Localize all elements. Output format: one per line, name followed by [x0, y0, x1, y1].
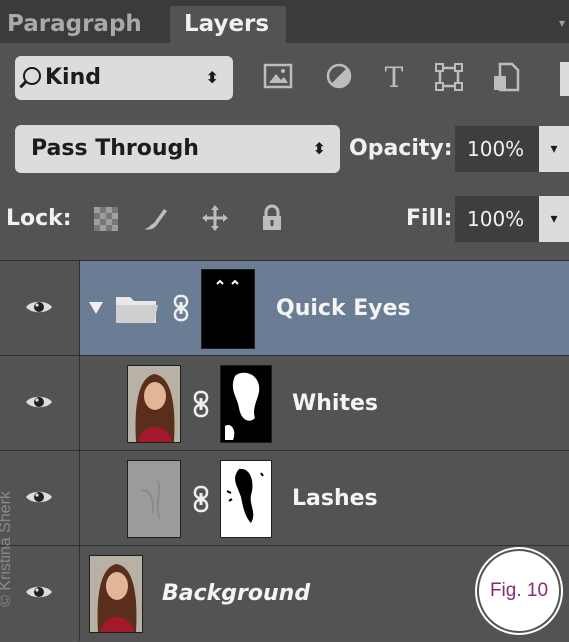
eye-icon — [26, 301, 52, 313]
shape-filter-icon[interactable] — [433, 62, 465, 94]
layer-thumbnail[interactable] — [127, 365, 181, 443]
expand-triangle-icon[interactable] — [88, 301, 104, 315]
visibility-toggle[interactable] — [0, 261, 80, 355]
layer-row-lashes[interactable]: Lashes — [0, 451, 569, 546]
adjustment-filter-icon[interactable] — [323, 62, 355, 94]
figure-label: Fig. 10 — [489, 580, 549, 601]
eye-icon — [26, 586, 52, 598]
fill-dropdown-button[interactable]: ▾ — [539, 196, 569, 242]
opacity-label: Opacity: — [349, 136, 453, 161]
kind-filter-select[interactable]: Kind ⬍ — [15, 56, 233, 100]
kind-filter-label: Kind — [45, 65, 101, 90]
layer-name[interactable]: Quick Eyes — [276, 261, 411, 356]
panel-tab-bar: Paragraph Layers ▾ — [0, 0, 569, 43]
link-chain-icon[interactable] — [192, 390, 210, 418]
fill-field[interactable]: 100% — [455, 196, 539, 242]
layer-name[interactable]: Background — [162, 546, 310, 641]
opacity-dropdown-button[interactable]: ▾ — [539, 126, 569, 172]
figure-badge: Fig. 10 — [477, 549, 561, 633]
layer-thumbnail[interactable] — [89, 555, 143, 633]
lock-image-pixels-icon[interactable] — [140, 203, 170, 235]
select-arrows-icon: ⬍ — [205, 68, 219, 87]
filter-toggle-switch[interactable] — [560, 62, 569, 96]
layer-mask-thumbnail[interactable] — [220, 460, 272, 538]
eye-icon — [26, 396, 52, 408]
lock-label: Lock: — [6, 206, 72, 231]
lock-all-icon[interactable] — [257, 203, 287, 235]
visibility-toggle[interactable] — [0, 356, 80, 450]
layer-row-quick-eyes[interactable]: Quick Eyes — [0, 261, 569, 356]
layer-name[interactable]: Whites — [292, 356, 378, 451]
layer-filter-row: Kind ⬍ T — [0, 56, 569, 102]
opacity-field[interactable]: 100% — [455, 126, 539, 172]
type-filter-icon[interactable]: T — [378, 62, 410, 94]
layer-row-whites[interactable]: Whites — [0, 356, 569, 451]
blend-mode-select[interactable]: Pass Through ⬍ — [15, 125, 340, 173]
select-arrows-icon: ⬍ — [312, 139, 326, 158]
tab-paragraph[interactable]: Paragraph — [7, 6, 163, 43]
layer-mask-thumbnail[interactable] — [201, 269, 255, 349]
fill-label: Fill: — [406, 206, 453, 231]
layer-mask-thumbnail[interactable] — [220, 365, 272, 443]
eye-icon — [26, 491, 52, 503]
link-chain-icon[interactable] — [172, 294, 190, 322]
search-icon — [23, 67, 41, 85]
folder-icon — [116, 297, 158, 323]
blend-row: Pass Through ⬍ Opacity: 100% ▾ — [0, 125, 569, 175]
lock-transparent-pixels-icon[interactable] — [94, 207, 118, 231]
menu-chevron-icon[interactable]: ▾ — [559, 16, 565, 30]
lock-position-icon[interactable] — [200, 203, 230, 235]
tab-layers[interactable]: Layers — [170, 6, 286, 43]
blend-mode-value: Pass Through — [31, 136, 199, 161]
image-filter-icon[interactable] — [262, 62, 294, 94]
layer-thumbnail[interactable] — [127, 460, 181, 538]
smart-object-filter-icon[interactable] — [490, 62, 522, 94]
layer-name[interactable]: Lashes — [292, 451, 378, 546]
copyright-watermark: © Kristina Sherk — [0, 491, 14, 607]
link-chain-icon[interactable] — [192, 485, 210, 513]
lock-row: Lock: Fill: 100% ▾ — [0, 195, 569, 245]
